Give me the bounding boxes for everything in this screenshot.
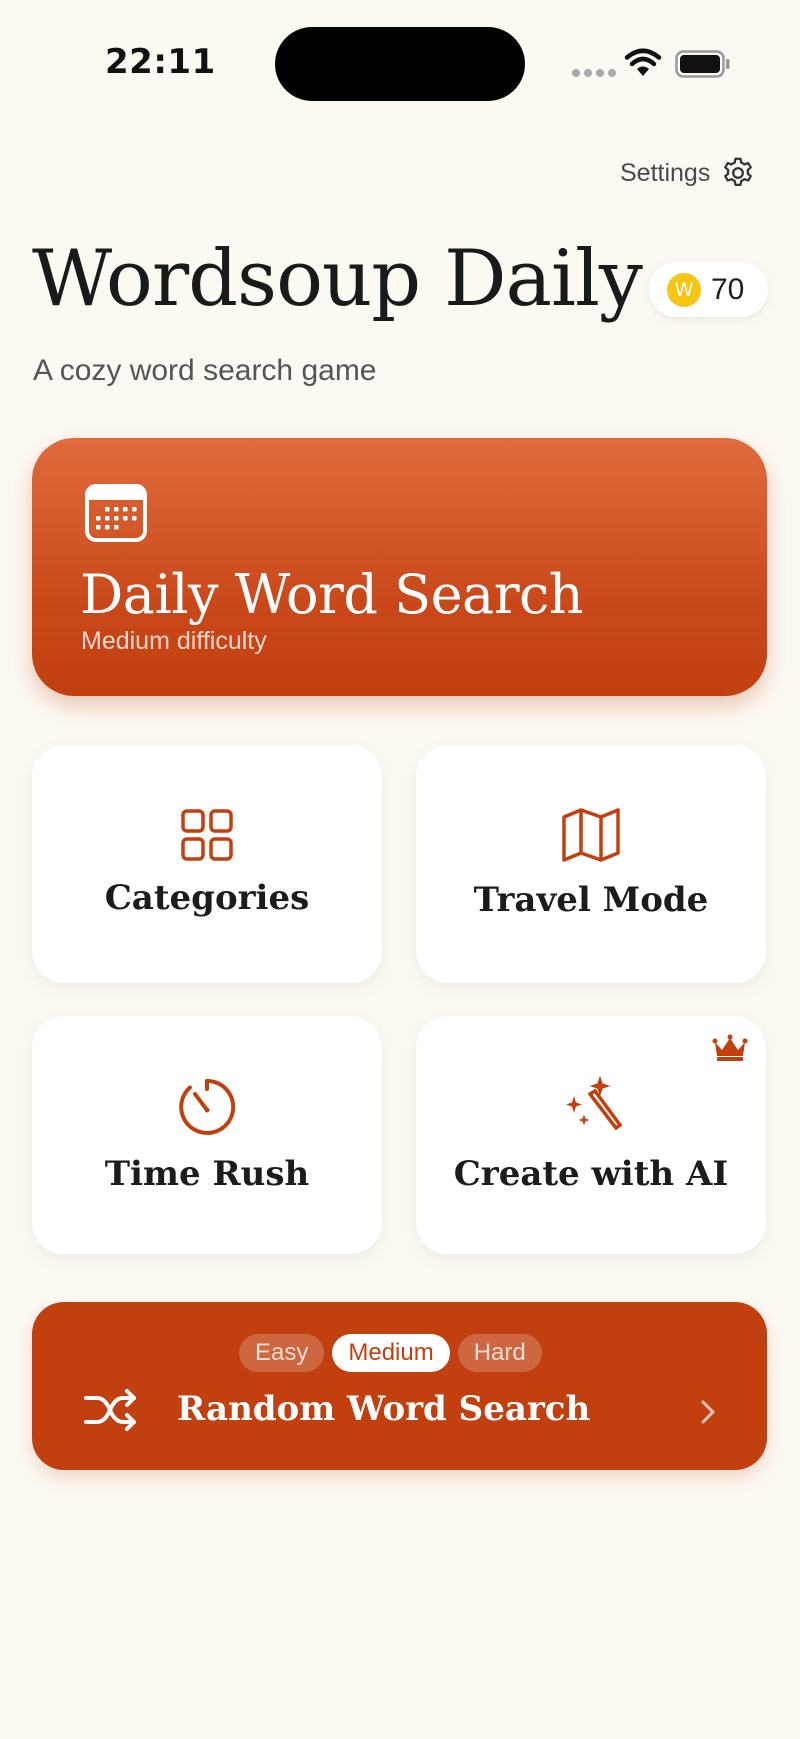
time-rush-tile[interactable]: Time Rush <box>32 1016 382 1254</box>
daily-card-title: Daily Word Search <box>80 563 584 626</box>
difficulty-hard-pill[interactable]: Hard <box>457 1334 542 1372</box>
wifi-icon <box>624 48 662 76</box>
difficulty-medium-pill[interactable]: Medium <box>332 1334 450 1372</box>
coin-count: 70 <box>711 272 745 306</box>
settings-label: Settings <box>620 158 711 187</box>
cellular-signal-icon <box>572 69 616 77</box>
gear-icon <box>724 157 753 186</box>
travel-mode-label: Travel Mode <box>473 880 709 920</box>
settings-button[interactable]: Settings <box>620 155 756 191</box>
app-subtitle: A cozy word search game <box>33 354 377 387</box>
travel-mode-tile[interactable]: Travel Mode <box>416 745 766 983</box>
battery-icon <box>675 50 730 78</box>
app-title: Wordsoup Daily <box>32 234 643 324</box>
crown-icon <box>712 1034 748 1061</box>
status-time: 22:11 <box>105 42 216 82</box>
random-word-search-label: Random Word Search <box>177 1389 591 1429</box>
magic-wand-icon <box>566 1076 622 1130</box>
chevron-right-icon <box>701 1400 715 1424</box>
timer-icon <box>179 1078 236 1135</box>
coin-icon: W <box>667 272 701 307</box>
random-word-search-button[interactable]: Easy Medium Hard Random Word Search <box>32 1302 767 1470</box>
dynamic-island <box>275 27 525 101</box>
daily-word-search-card[interactable]: Daily Word Search Medium difficulty <box>32 438 767 696</box>
create-with-ai-label: Create with AI <box>453 1154 729 1194</box>
create-with-ai-tile[interactable]: Create with AI <box>416 1016 766 1254</box>
grid-icon <box>181 809 233 861</box>
map-icon <box>562 808 620 862</box>
coin-balance-badge[interactable]: W 70 <box>649 262 768 317</box>
difficulty-easy-pill[interactable]: Easy <box>239 1334 325 1372</box>
categories-label: Categories <box>104 878 310 918</box>
difficulty-selector: Easy Medium Hard <box>239 1334 542 1372</box>
time-rush-label: Time Rush <box>104 1154 310 1194</box>
daily-card-difficulty: Medium difficulty <box>81 627 267 655</box>
shuffle-icon <box>84 1389 136 1431</box>
categories-tile[interactable]: Categories <box>32 745 382 983</box>
calendar-icon <box>85 484 147 542</box>
